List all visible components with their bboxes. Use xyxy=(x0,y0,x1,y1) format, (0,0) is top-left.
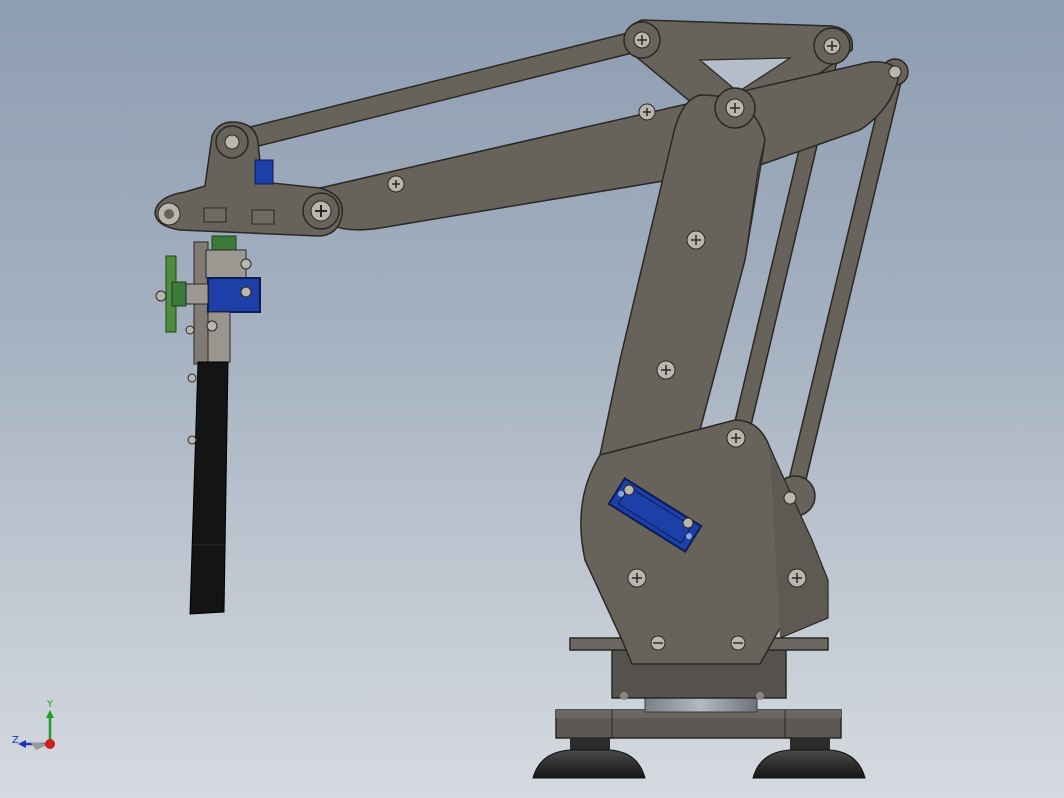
z-axis-label: Z xyxy=(12,735,19,746)
robot-arm-model[interactable] xyxy=(0,0,1064,798)
y-axis-label: Y xyxy=(47,699,54,710)
shoulder-housing[interactable] xyxy=(580,419,829,665)
triad-graphic xyxy=(18,710,55,750)
suction-cup-right xyxy=(752,736,866,779)
gripper-finger[interactable] xyxy=(189,361,229,615)
upper-link-rod[interactable] xyxy=(221,29,653,153)
suction-cup-left xyxy=(532,736,646,779)
view-orientation-triad[interactable]: Y Z xyxy=(6,698,66,758)
wrist-servo[interactable] xyxy=(207,277,261,313)
main-upper-arm[interactable] xyxy=(311,61,899,231)
graphics-viewport[interactable]: Y Z xyxy=(0,0,1064,798)
